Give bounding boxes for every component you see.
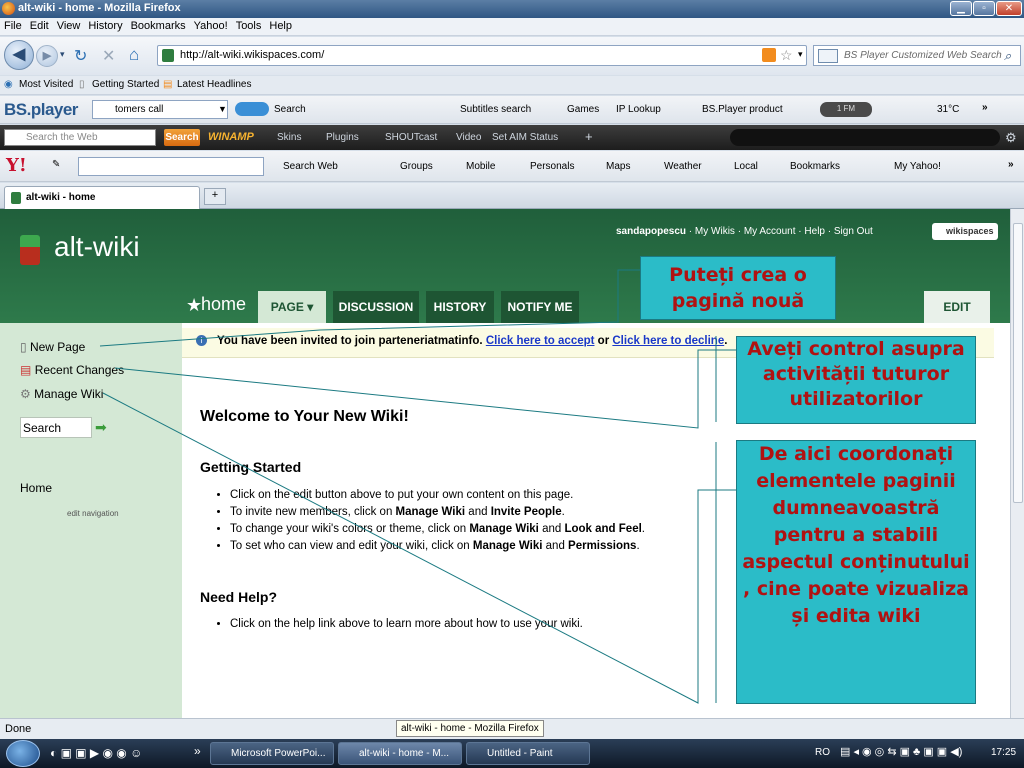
annotation-recent-changes: Aveți control asupra activității tuturor… (736, 336, 976, 424)
leader-line-manage-wiki (102, 392, 736, 704)
leader-line-recent-changes (114, 349, 736, 429)
tray-icons[interactable]: ▤ ◂ ◉ ◎ ⇆ ▣ ♣ ▣ ▣ ◀) (840, 745, 962, 758)
status-bar: Done alt-wiki - home - Mozilla Firefox (0, 718, 1024, 739)
windows-taskbar: ◐ ▣ ▣ ▶ ◉ ◉ ☺ » Microsoft PowerPoi... al… (0, 739, 1024, 768)
language-indicator[interactable]: RO (815, 747, 830, 758)
task-powerpoint[interactable]: Microsoft PowerPoi... (210, 742, 334, 765)
quick-launch-icons[interactable]: ◐ ▣ ▣ ▶ ◉ ◉ ☺ (50, 746, 142, 760)
start-button[interactable] (6, 740, 40, 767)
clock[interactable]: 17:25 (991, 747, 1016, 758)
task-firefox[interactable]: alt-wiki - home - M... (338, 742, 462, 765)
annotation-manage-wiki: De aici coordonați elementele paginii du… (736, 440, 976, 704)
taskbar-tooltip: alt-wiki - home - Mozilla Firefox (396, 720, 544, 737)
task-paint[interactable]: Untitled - Paint (466, 742, 590, 765)
leader-line-new-page (99, 269, 640, 347)
more-chevron-icon[interactable]: » (194, 744, 201, 758)
annotation-new-page: Puteți crea o pagină nouă (640, 256, 836, 320)
status-text: Done (5, 723, 32, 735)
